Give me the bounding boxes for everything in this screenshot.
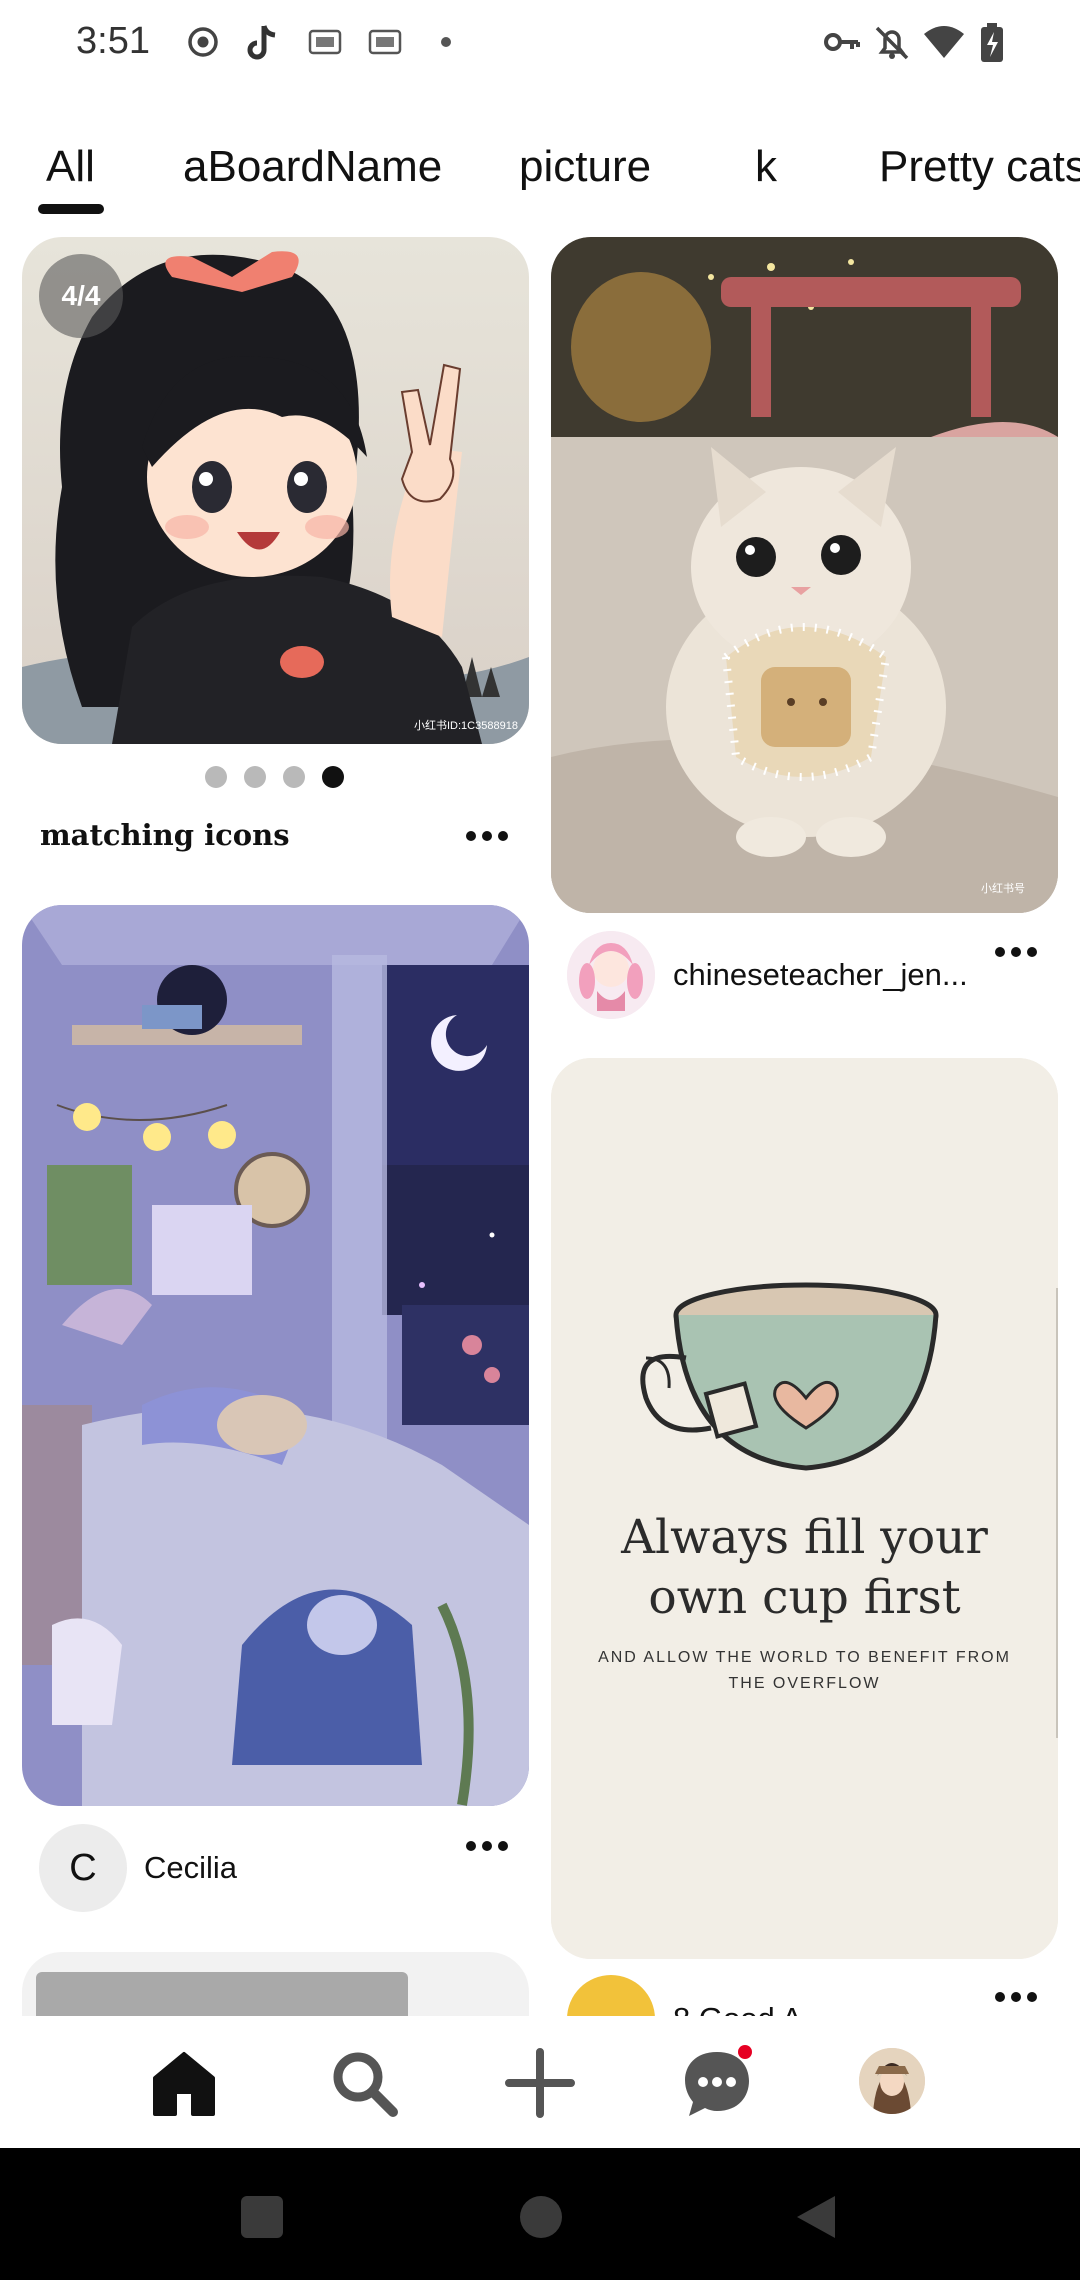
home-button[interactable] [520,2196,562,2238]
quote-line-2: own cup first [648,1570,961,1625]
tab-picture[interactable]: picture [519,142,651,192]
divider [1056,1288,1058,1738]
profile-avatar-image [859,2048,925,2114]
watermark-text: 小红书号 [981,882,1025,895]
vpn-key-icon [824,33,860,51]
carousel-dot [283,766,305,788]
more-dot [498,831,508,841]
pin-image-bedroom[interactable] [22,905,529,1806]
carousel-dot-active [322,766,344,788]
search-icon[interactable] [329,2048,399,2118]
author-avatar-cecilia[interactable]: C [39,1824,127,1912]
pin-image-cat[interactable]: 小红书号 [551,237,1058,913]
author-name[interactable]: 8 Good A... [673,2001,873,2016]
tiktok-icon [247,25,276,60]
more-dot [482,1841,492,1851]
more-dot [1011,947,1021,957]
cat-photo: 小红书号 [551,237,1058,913]
battery-charging-icon [981,23,1003,62]
board-tabs: All aBoardName picture k Pretty cats [0,130,1080,220]
more-dot [498,1841,508,1851]
iqiyi-icon [308,29,342,55]
pin-image-quote[interactable]: Always fill your own cup first AND ALLOW… [551,1058,1058,1959]
status-bar: 3:51 [0,0,1080,88]
more-dot [1011,1992,1021,2002]
quote-sub-line-2: THE OVERFLOW [728,1675,881,1692]
more-dot [995,947,1005,957]
more-options-button[interactable] [995,1992,1043,2002]
record-icon [188,27,218,57]
avatar-image [567,931,655,1019]
tab-aboardname[interactable]: aBoardName [183,142,442,192]
more-dot [995,1992,1005,2002]
quote-subtext: AND ALLOW THE WORLD TO BENEFIT FROM THE … [551,1645,1058,1697]
bedroom-illustration [22,905,529,1806]
messages-icon[interactable] [681,2044,761,2120]
pin-title[interactable]: matching icons [40,818,290,852]
system-navigation-bar [0,2148,1080,2280]
more-options-button[interactable] [466,831,514,841]
more-options-button[interactable] [466,1841,514,1851]
home-icon[interactable] [149,2048,219,2118]
carousel-dot [244,766,266,788]
pin-image-matching-icons[interactable]: 小红书ID:1C3588918 4/4 [22,237,529,744]
author-name[interactable]: Cecilia [144,1850,237,1886]
watermark-text: 小红书ID:1C3588918 [414,719,518,732]
recents-button[interactable] [241,2196,283,2238]
unread-badge [738,2045,752,2059]
author-name[interactable]: chineseteacher_jen... [673,957,968,993]
bottom-navigation [0,2016,1080,2148]
add-icon[interactable] [505,2048,575,2118]
more-dot [466,831,476,841]
notifications-off-icon [875,26,909,60]
tab-pretty-cats[interactable]: Pretty cats [879,142,1080,192]
quote-heading: Always fill your own cup first [551,1508,1058,1628]
more-notifications-icon [441,37,451,47]
profile-avatar[interactable] [859,2048,925,2114]
more-dot [1027,1992,1037,2002]
back-button[interactable] [795,2194,837,2240]
more-options-button[interactable] [995,947,1043,957]
image-counter-badge: 4/4 [39,254,123,338]
author-avatar-chineseteacher[interactable] [567,931,655,1019]
active-tab-indicator [38,204,104,214]
tab-all[interactable]: All [46,142,95,192]
status-time: 3:51 [76,20,150,62]
more-dot [466,1841,476,1851]
tab-k[interactable]: k [755,142,777,192]
more-dot [1027,947,1037,957]
more-dot [482,831,492,841]
quote-sub-line-1: AND ALLOW THE WORLD TO BENEFIT FROM [598,1649,1011,1666]
quote-line-1: Always fill your [621,1510,988,1565]
carousel-dot [205,766,227,788]
avatar-initial: C [69,1846,97,1889]
iqiyi-icon-2 [368,29,402,55]
wifi-icon [924,26,964,58]
